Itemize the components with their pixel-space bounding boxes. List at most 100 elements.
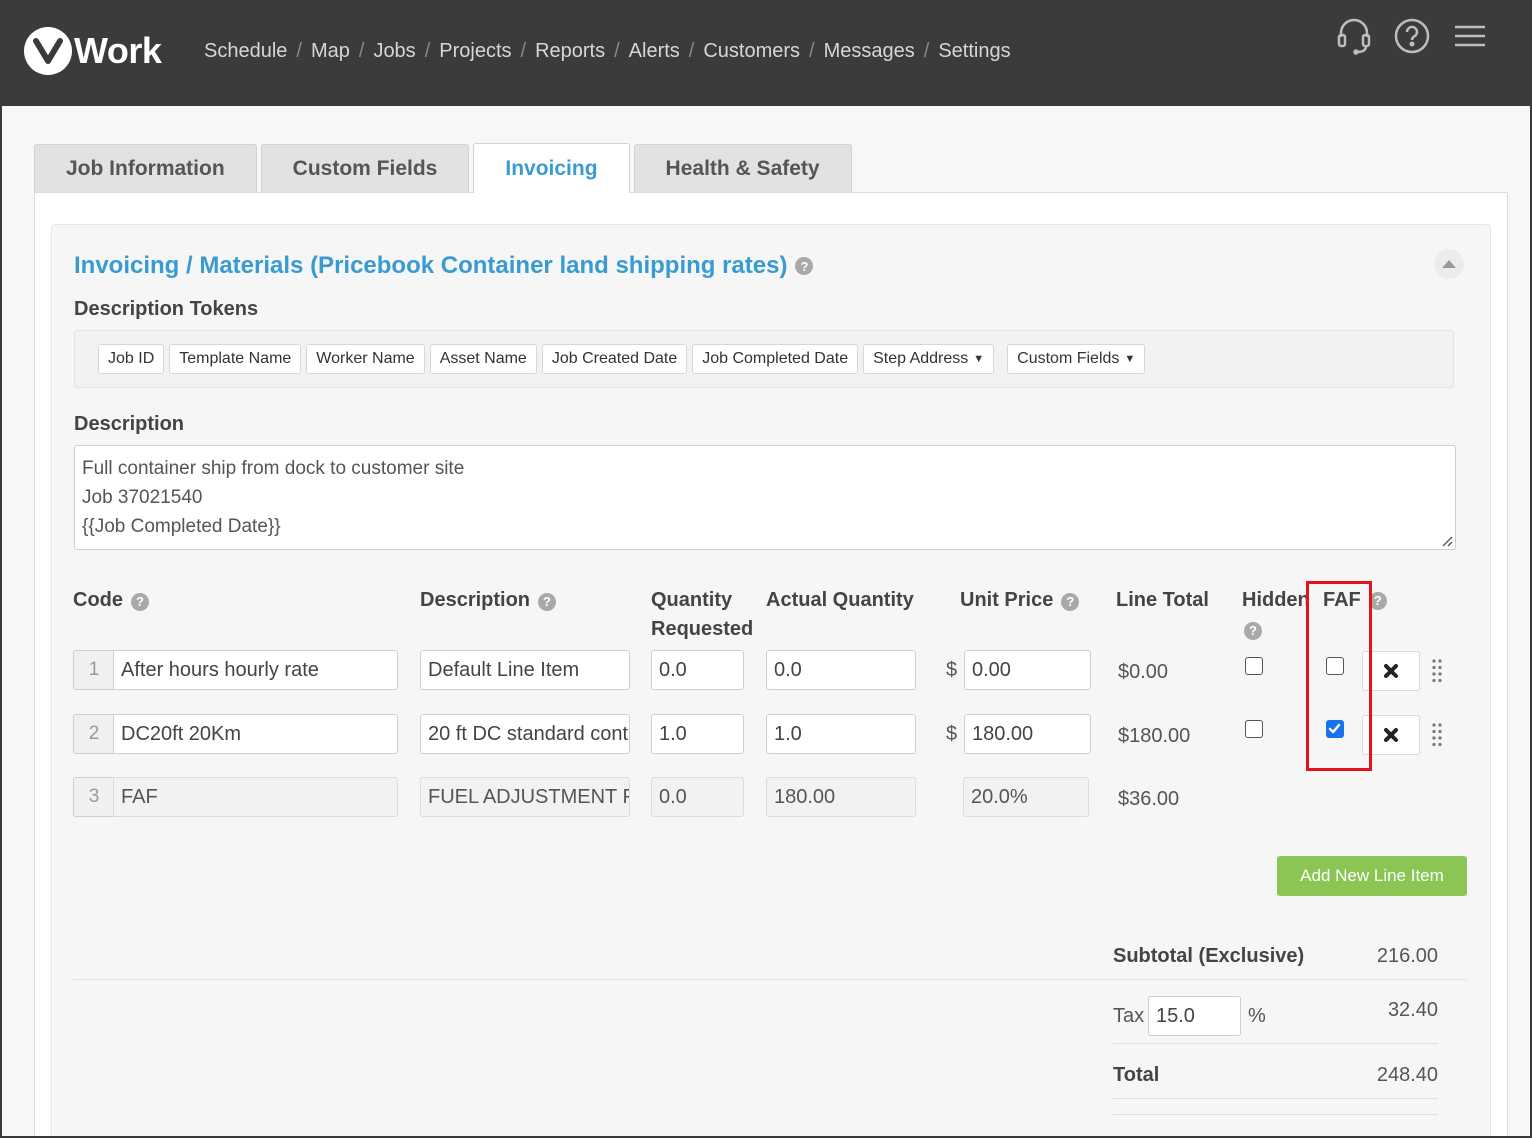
faf-checkbox[interactable] (1326, 657, 1344, 675)
nav-alerts[interactable]: Alerts (629, 40, 680, 63)
token-template-name[interactable]: Template Name (169, 344, 302, 374)
tab-invoicing[interactable]: Invoicing (473, 143, 630, 193)
total-label: Total (1113, 1064, 1160, 1086)
nav-messages[interactable]: Messages (824, 40, 915, 63)
help-icon[interactable]: ? (131, 592, 149, 611)
help-icon[interactable]: ? (1061, 592, 1080, 611)
nav-settings[interactable]: Settings (938, 40, 1010, 63)
currency-symbol: $ (946, 659, 958, 681)
quantity-requested-input[interactable]: 1.0 (651, 714, 744, 754)
divider (73, 979, 1467, 980)
divider (1113, 1114, 1438, 1115)
unit-price-input[interactable]: 180.00 (964, 714, 1091, 754)
delete-row-button[interactable] (1362, 651, 1420, 691)
column-description: Description? (420, 586, 557, 615)
code-input[interactable]: After hours hourly rate (113, 650, 398, 690)
chevron-down-icon: ▼ (1124, 353, 1136, 365)
column-quantity-requested: Quantity Requested (651, 586, 753, 644)
divider (1113, 1098, 1438, 1099)
column-unit-price-label: Unit Price (960, 589, 1054, 611)
description-label: Description (74, 413, 185, 435)
close-icon (1384, 664, 1398, 678)
logo-mark (24, 27, 72, 75)
faf-checkbox[interactable] (1326, 720, 1344, 738)
close-icon (1384, 728, 1398, 742)
token-job-completed-date[interactable]: Job Completed Date (692, 344, 859, 374)
column-requested-label: Requested (651, 618, 754, 640)
tax-rate-input[interactable]: 15.0 (1148, 996, 1241, 1036)
tab-health-safety[interactable]: Health & Safety (633, 144, 852, 193)
quantity-requested-readonly: 0.0 (651, 777, 744, 817)
nav-projects[interactable]: Projects (439, 40, 511, 63)
tab-job-information[interactable]: Job Information (34, 144, 257, 193)
nav-separator: / (614, 40, 620, 62)
nav-schedule[interactable]: Schedule (204, 40, 287, 63)
headset-icon[interactable] (1334, 16, 1374, 56)
divider (1113, 1043, 1438, 1044)
nav-jobs[interactable]: Jobs (373, 40, 415, 63)
hamburger-menu-icon[interactable] (1450, 16, 1490, 56)
drag-handle-icon[interactable] (1431, 658, 1443, 684)
chevron-down-icon: ▼ (973, 353, 985, 365)
line-total-value: $36.00 (1118, 788, 1180, 810)
drag-handle-icon[interactable] (1431, 722, 1443, 748)
description-tokens-label: Description Tokens (74, 298, 259, 320)
column-unit-price: Unit Price? (960, 586, 1080, 615)
subtotal-label: Subtotal (Exclusive) (1113, 945, 1305, 967)
nav-separator: / (520, 40, 527, 62)
collapse-caret-icon[interactable] (1434, 249, 1464, 279)
code-input[interactable]: DC20ft 20Km (113, 714, 398, 754)
tab-custom-fields[interactable]: Custom Fields (260, 144, 470, 193)
token-custom-fields-dropdown[interactable]: Custom Fields ▼ (1007, 344, 1146, 374)
row-number: 3 (73, 777, 114, 817)
help-icon[interactable]: ? (1244, 621, 1262, 640)
delete-row-button[interactable] (1362, 715, 1420, 755)
column-faf: FAF? (1323, 586, 1387, 615)
hidden-checkbox[interactable] (1245, 720, 1263, 738)
add-new-line-item-button[interactable]: Add New Line Item (1277, 856, 1467, 896)
help-icon[interactable]: ? (1368, 591, 1387, 610)
actual-quantity-input[interactable]: 0.0 (766, 650, 916, 690)
line-description-input[interactable]: 20 ft DC standard cont (420, 714, 630, 754)
description-textarea[interactable]: Full container ship from dock to custome… (74, 445, 1456, 550)
vwork-logo[interactable]: Work (24, 27, 162, 75)
resize-grip-icon[interactable] (1441, 535, 1453, 547)
actual-quantity-input[interactable]: 1.0 (766, 714, 916, 754)
panel-title: Invoicing / Materials (Pricebook Contain… (74, 252, 814, 280)
top-navigation-bar: Work Schedule / Map / Jobs / Projects / Repo… (0, 0, 1532, 106)
description-line: Full container ship from dock to custome… (82, 458, 465, 479)
nav-separator: / (923, 40, 930, 62)
column-actual-quantity: Actual Quantity (766, 589, 914, 611)
unit-price-input[interactable]: 0.00 (964, 650, 1091, 690)
row-number: 1 (73, 650, 114, 690)
nav-map[interactable]: Map (311, 40, 350, 63)
description-line: Job 37021540 (82, 487, 203, 508)
column-hidden-label: Hidden (1242, 589, 1310, 611)
token-worker-name[interactable]: Worker Name (306, 344, 425, 374)
currency-symbol: $ (946, 723, 958, 745)
token-job-id[interactable]: Job ID (98, 344, 165, 374)
tax-percent-symbol: % (1248, 1005, 1266, 1027)
main-nav: Schedule / Map / Jobs / Projects / Reports / … (204, 40, 1011, 63)
nav-separator: / (358, 40, 365, 62)
token-job-created-date[interactable]: Job Created Date (541, 344, 688, 374)
hidden-checkbox[interactable] (1245, 657, 1263, 675)
column-hidden: Hidden ? (1242, 586, 1310, 644)
quantity-requested-input[interactable]: 0.0 (651, 650, 744, 690)
line-total-value: $0.00 (1118, 661, 1169, 683)
token-step-address-dropdown[interactable]: Step Address ▼ (863, 344, 995, 374)
logo-word: Work (74, 30, 162, 71)
help-icon[interactable]: ? (795, 257, 814, 275)
column-code-label: Code (73, 589, 123, 611)
code-input-readonly: FAF (113, 777, 398, 817)
checkmark-icon (1328, 723, 1341, 734)
tax-value: 32.40 (1387, 999, 1438, 1021)
nav-separator: / (688, 40, 695, 62)
nav-customers[interactable]: Customers (703, 40, 800, 63)
help-icon[interactable]: ? (538, 592, 557, 611)
line-description-input[interactable]: Default Line Item (420, 650, 630, 690)
token-asset-name[interactable]: Asset Name (429, 344, 537, 374)
nav-reports[interactable]: Reports (535, 40, 605, 63)
top-right-icons (1316, 16, 1490, 56)
help-circle-icon[interactable] (1392, 16, 1432, 56)
